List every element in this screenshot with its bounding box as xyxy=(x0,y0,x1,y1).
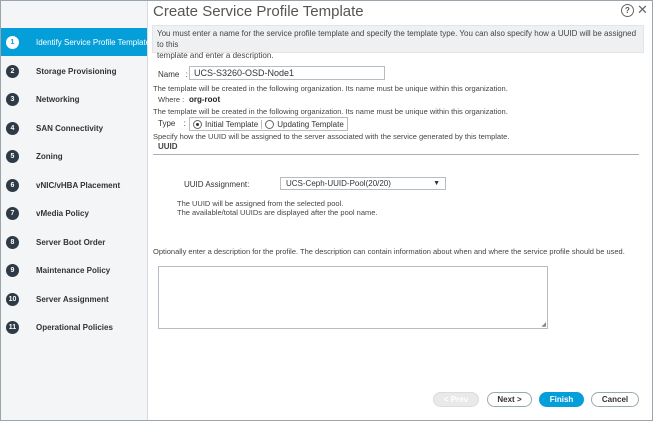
step-server-assignment[interactable]: 10 Server Assignment xyxy=(1,285,147,313)
step-storage-provisioning[interactable]: 2 Storage Provisioning xyxy=(1,57,147,85)
create-service-profile-template-dialog: 1 Identify Service Profile Template 2 St… xyxy=(0,0,653,421)
select-value: UCS-Ceph-UUID-Pool(20/20) xyxy=(286,179,391,188)
section-divider xyxy=(153,154,639,155)
step-maintenance-policy[interactable]: 9 Maintenance Policy xyxy=(1,256,147,284)
finish-button[interactable]: Finish xyxy=(539,392,584,407)
uuid-note: The available/total UUIDs are displayed … xyxy=(177,208,378,217)
radio-initial-template[interactable]: Initial Template xyxy=(190,119,263,129)
step-label: Operational Policies xyxy=(36,322,113,332)
step-label: SAN Connectivity xyxy=(36,123,104,133)
step-label: Maintenance Policy xyxy=(36,265,111,275)
step-number: 11 xyxy=(6,320,19,334)
cancel-button[interactable]: Cancel xyxy=(591,392,639,407)
radio-label: Updating Template xyxy=(277,119,344,129)
dropdown-caret-icon: ▼ xyxy=(433,180,440,187)
step-number: 1 xyxy=(6,35,19,49)
uuid-assignment-select[interactable]: UCS-Ceph-UUID-Pool(20/20) ▼ xyxy=(280,177,446,190)
uuid-section-heading: UUID xyxy=(158,142,178,151)
description-help-text: Optionally enter a description for the p… xyxy=(153,247,625,256)
step-number: 2 xyxy=(6,64,19,78)
radio-unselected-icon xyxy=(265,119,275,129)
step-vnic-vhba-placement[interactable]: 6 vNIC/vHBA Placement xyxy=(1,171,147,199)
info-message: You must enter a name for the service pr… xyxy=(152,25,644,60)
radio-label: Initial Template xyxy=(205,119,259,129)
step-label: vMedia Policy xyxy=(36,208,89,218)
close-icon[interactable]: ✕ xyxy=(637,2,648,18)
step-server-boot-order[interactable]: 8 Server Boot Order xyxy=(1,228,147,256)
step-number: 7 xyxy=(6,206,19,220)
dialog-title: Create Service Profile Template xyxy=(153,3,364,20)
name-help-text: The template will be created in the foll… xyxy=(153,84,508,93)
step-operational-policies[interactable]: 11 Operational Policies xyxy=(1,313,147,341)
next-button[interactable]: Next > xyxy=(487,392,532,407)
step-number: 5 xyxy=(6,149,19,163)
help-icon[interactable]: ? xyxy=(621,4,634,17)
type-help-text: The template will be created in the foll… xyxy=(153,107,508,116)
step-number: 6 xyxy=(6,178,19,192)
prev-button[interactable]: < Prev xyxy=(433,392,479,407)
step-vmedia-policy[interactable]: 7 vMedia Policy xyxy=(1,199,147,227)
uuid-help-text: Specify how the UUID will be assigned to… xyxy=(153,132,510,141)
where-label: Where : xyxy=(158,95,185,104)
description-textarea[interactable]: ◢ xyxy=(158,266,548,329)
step-san-connectivity[interactable]: 4 SAN Connectivity xyxy=(1,114,147,142)
step-number: 9 xyxy=(6,263,19,277)
step-number: 4 xyxy=(6,121,19,135)
step-label: Networking xyxy=(36,94,80,104)
step-number: 3 xyxy=(6,92,19,106)
step-networking[interactable]: 3 Networking xyxy=(1,85,147,113)
name-label: Name : xyxy=(158,70,188,79)
step-label: Server Boot Order xyxy=(36,237,106,247)
info-line: template and enter a description. xyxy=(157,51,274,60)
type-label: Type : xyxy=(158,119,186,128)
where-value: org-root xyxy=(189,95,221,104)
resize-handle-icon[interactable]: ◢ xyxy=(541,321,546,328)
step-number: 10 xyxy=(6,292,19,306)
radio-updating-template[interactable]: Updating Template xyxy=(262,119,347,129)
type-label-separator: : xyxy=(183,119,186,128)
template-type-radio-group: Initial Template Updating Template xyxy=(189,117,348,131)
step-zoning[interactable]: 5 Zoning xyxy=(1,142,147,170)
radio-selected-icon xyxy=(193,119,202,129)
step-identify-service-profile-template[interactable]: 1 Identify Service Profile Template xyxy=(1,28,151,56)
wizard-steps-sidebar: 1 Identify Service Profile Template 2 St… xyxy=(1,1,151,420)
name-label-text: Name xyxy=(158,70,180,79)
step-label: vNIC/vHBA Placement xyxy=(36,180,121,190)
step-label: Server Assignment xyxy=(36,294,109,304)
step-number: 8 xyxy=(6,235,19,249)
uuid-assignment-label: UUID Assignment: xyxy=(184,180,250,189)
name-input[interactable]: UCS-S3260-OSD-Node1 xyxy=(189,66,385,80)
step-label: Storage Provisioning xyxy=(36,66,117,76)
step-label: Identify Service Profile Template xyxy=(36,37,151,47)
name-label-separator: : xyxy=(185,70,188,79)
step-label: Zoning xyxy=(36,151,63,161)
type-label-text: Type xyxy=(158,119,176,128)
uuid-note: The UUID will be assigned from the selec… xyxy=(177,199,344,208)
info-line: You must enter a name for the service pr… xyxy=(157,29,637,49)
